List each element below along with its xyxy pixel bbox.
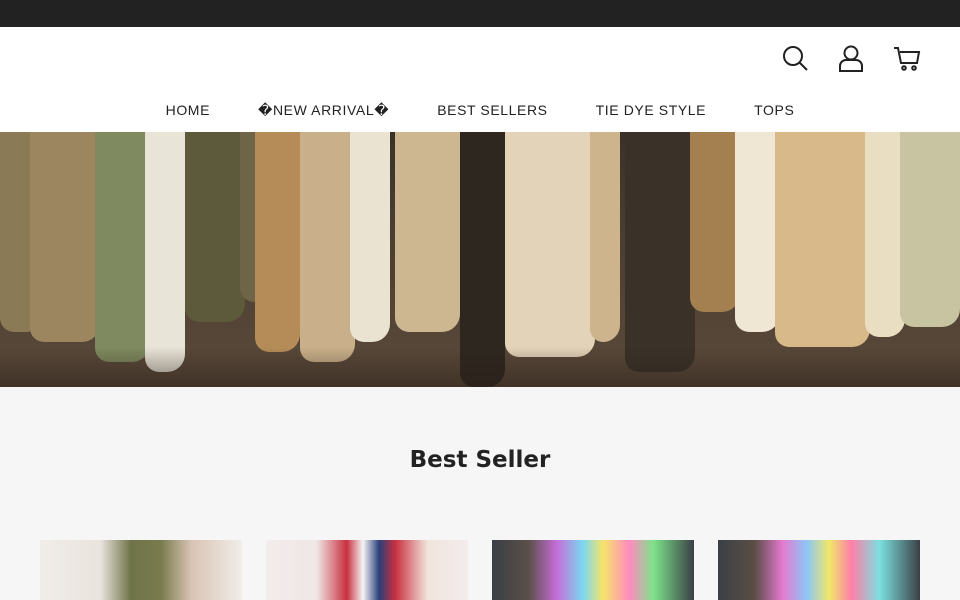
main-nav: HOME �NEW ARRIVAL� BEST SELLERS TIE DYE … (0, 102, 960, 119)
nav-item-tie-dye-style[interactable]: TIE DYE STYLE (596, 102, 707, 119)
nav-item-tops[interactable]: TOPS (754, 102, 794, 119)
product-card[interactable] (266, 540, 468, 600)
nav-item-new-arrival[interactable]: �NEW ARRIVAL� (258, 102, 389, 119)
cart-icon[interactable] (892, 43, 922, 73)
product-card[interactable] (40, 540, 242, 600)
product-image (718, 540, 920, 600)
hero-garment (350, 132, 390, 342)
nav-item-home[interactable]: HOME (166, 102, 210, 119)
product-image (492, 540, 694, 600)
product-image (266, 540, 468, 600)
site-header: HOME �NEW ARRIVAL� BEST SELLERS TIE DYE … (0, 27, 960, 132)
hero-garment (30, 132, 100, 342)
hero-garment (255, 132, 300, 352)
hero-garment (865, 132, 905, 337)
product-image (40, 540, 242, 600)
hero-garment (735, 132, 780, 332)
hero-garment (185, 132, 245, 322)
hero-garment (900, 132, 960, 327)
hero-garment (625, 132, 695, 372)
hero-garment (590, 132, 620, 342)
product-card[interactable] (718, 540, 920, 600)
announcement-bar (0, 0, 960, 27)
hero-garment (775, 132, 870, 347)
hero-shadow (0, 347, 960, 387)
product-card[interactable] (492, 540, 694, 600)
nav-item-best-sellers[interactable]: BEST SELLERS (437, 102, 547, 119)
account-icon[interactable] (836, 43, 866, 73)
best-seller-heading: Best Seller (409, 447, 551, 473)
hero-banner-image[interactable] (0, 132, 960, 387)
hero-garment (690, 132, 740, 312)
search-icon[interactable] (780, 43, 810, 73)
hero-garment (145, 132, 185, 372)
header-icons (780, 43, 922, 73)
hero-garment (505, 132, 595, 357)
hero-garment (395, 132, 460, 332)
hero-garment (95, 132, 150, 362)
hero-garment (300, 132, 355, 362)
best-seller-product-grid (40, 540, 920, 600)
